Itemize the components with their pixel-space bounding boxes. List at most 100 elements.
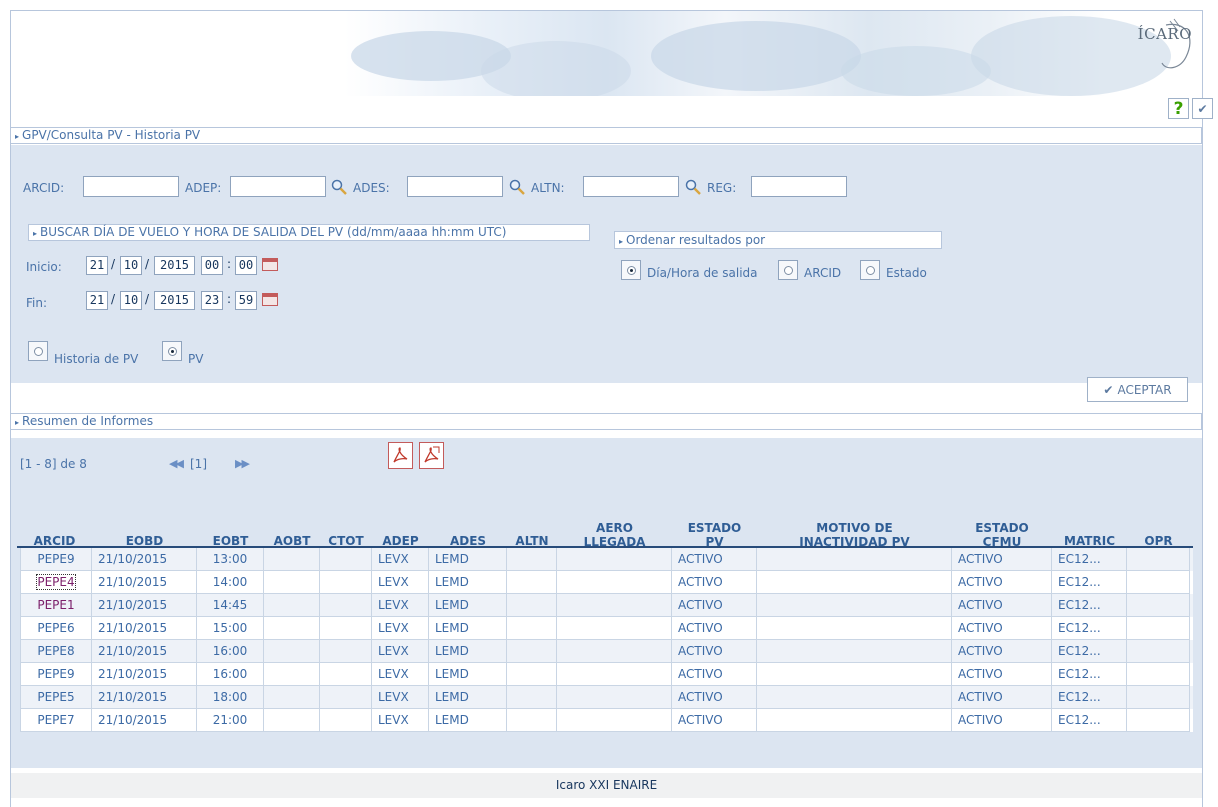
cell-text: 21/10/2015	[98, 667, 168, 681]
cell-arcid[interactable]: PEPE5	[20, 686, 92, 709]
chevron-right-icon: ▸	[619, 237, 624, 246]
cell-arcid[interactable]: PEPE6	[20, 617, 92, 640]
cell-eobt: 13:00	[197, 548, 264, 571]
column-header-motivo-inactividad[interactable]: MOTIVO DE INACTIVIDAD PV	[757, 521, 952, 549]
cell-arcid[interactable]: PEPE7	[20, 709, 92, 732]
cell-estado-cfmu: ACTIVO	[952, 663, 1052, 686]
cell-adep: LEVX	[372, 571, 429, 594]
table-row[interactable]: PEPE9 21/10/2015 13:00 LEVX LEMD ACTIVO ACTIVO…	[20, 548, 1193, 571]
cell-text: PEPE9	[37, 552, 75, 566]
cell-opr	[1127, 617, 1190, 640]
column-header-text: ESTADO	[687, 521, 742, 535]
column-header-estado-cfmu[interactable]: ESTADO CFMU	[952, 521, 1052, 549]
table-row[interactable]: PEPE6 21/10/2015 15:00 LEVX LEMD ACTIVO ACTIVO…	[20, 617, 1193, 640]
cell-arcid[interactable]: PEPE8	[20, 640, 92, 663]
cell-ades: LEMD	[429, 617, 507, 640]
radio-order-dia-hora[interactable]	[621, 260, 641, 280]
radio-order-arcid[interactable]	[778, 260, 798, 280]
cell-eobd: 21/10/2015	[92, 617, 197, 640]
confirm-button[interactable]: ✔	[1192, 98, 1213, 119]
pdf-icon	[393, 447, 408, 463]
breadcrumb-text: GPV/Consulta PV - Historia PV	[22, 128, 201, 142]
export-pdf-all-button[interactable]	[419, 442, 444, 469]
arcid-input[interactable]	[83, 176, 179, 197]
results-title-text: Resumen de Informes	[22, 414, 154, 428]
cell-aero-llegada	[557, 663, 672, 686]
start-minute-input[interactable]: 00	[235, 256, 257, 275]
column-header-aero-llegada[interactable]: AERO LLEGADA	[557, 521, 672, 549]
radio-historia-pv[interactable]	[28, 341, 48, 361]
adep-input[interactable]	[230, 176, 326, 197]
chevron-right-icon: ▸	[15, 418, 20, 427]
cell-aero-llegada	[557, 548, 672, 571]
cell-text: 21/10/2015	[98, 598, 168, 612]
pager-next-icon[interactable]: ▶▶	[235, 457, 250, 470]
altn-input[interactable]	[583, 176, 679, 197]
cell-arcid[interactable]: PEPE9	[20, 663, 92, 686]
chevron-right-icon: ▸	[15, 132, 20, 141]
cell-arcid[interactable]: PEPE1	[20, 594, 92, 617]
cell-altn	[507, 663, 557, 686]
column-header-estado-pv[interactable]: ESTADO PV	[672, 521, 757, 549]
reg-input[interactable]	[751, 176, 847, 197]
start-year-input[interactable]: 2015	[154, 256, 195, 275]
cell-text: 14:00	[212, 575, 248, 589]
search-icon[interactable]	[331, 179, 347, 195]
cell-text: EC12...	[1058, 552, 1101, 566]
accept-button[interactable]: ✔ ACEPTAR	[1087, 377, 1188, 402]
cell-arcid[interactable]: PEPE4	[20, 571, 92, 594]
search-icon[interactable]	[509, 179, 525, 195]
calendar-icon[interactable]	[262, 293, 278, 306]
date-search-title: ▸ BUSCAR DÍA DE VUELO Y HORA DE SALIDA DE…	[28, 224, 590, 241]
cell-text: 21/10/2015	[98, 690, 168, 704]
start-hour-input[interactable]: 00	[201, 256, 223, 275]
end-day-input[interactable]: 21	[86, 291, 108, 310]
end-minute-input[interactable]: 59	[235, 291, 257, 310]
cell-eobd: 21/10/2015	[92, 594, 197, 617]
cell-ctot	[320, 617, 372, 640]
help-button[interactable]: ?	[1168, 98, 1189, 119]
table-row[interactable]: PEPE8 21/10/2015 16:00 LEVX LEMD ACTIVO ACTIVO…	[20, 640, 1193, 663]
table-row[interactable]: PEPE5 21/10/2015 18:00 LEVX LEMD ACTIVO ACTIVO…	[20, 686, 1193, 709]
cell-opr	[1127, 686, 1190, 709]
pager-current-page[interactable]: [1]	[190, 457, 207, 471]
cell-motivo-inactividad	[757, 617, 952, 640]
table-row[interactable]: PEPE4 21/10/2015 14:00 LEVX LEMD ACTIVO ACTIVO…	[20, 571, 1193, 594]
end-label: Fin:	[26, 296, 48, 310]
end-hour-input[interactable]: 23	[201, 291, 223, 310]
cell-text: LEMD	[435, 621, 469, 635]
export-pdf-button[interactable]	[388, 442, 413, 469]
cell-estado-pv: ACTIVO	[672, 663, 757, 686]
cell-matric: EC12...	[1052, 571, 1127, 594]
radio-order-estado[interactable]	[860, 260, 880, 280]
table-row[interactable]: PEPE9 21/10/2015 16:00 LEVX LEMD ACTIVO ACTIVO…	[20, 663, 1193, 686]
end-month-input[interactable]: 10	[120, 291, 142, 310]
cell-motivo-inactividad	[757, 571, 952, 594]
search-icon[interactable]	[685, 179, 701, 195]
cell-motivo-inactividad	[757, 548, 952, 571]
cell-text: ACTIVO	[958, 690, 1003, 704]
table-row[interactable]: PEPE1 21/10/2015 14:45 LEVX LEMD ACTIVO ACTIVO…	[20, 594, 1193, 617]
start-month-input[interactable]: 10	[120, 256, 142, 275]
cell-ctot	[320, 571, 372, 594]
ades-input[interactable]	[407, 176, 503, 197]
start-day-input[interactable]: 21	[86, 256, 108, 275]
date-search-title-text: BUSCAR DÍA DE VUELO Y HORA DE SALIDA DEL…	[40, 225, 507, 239]
end-year-input[interactable]: 2015	[154, 291, 195, 310]
cell-eobd: 21/10/2015	[92, 709, 197, 732]
cell-matric: EC12...	[1052, 548, 1127, 571]
cell-aobt	[264, 617, 320, 640]
calendar-icon[interactable]	[262, 258, 278, 271]
cell-motivo-inactividad	[757, 709, 952, 732]
cell-text: PEPE5	[37, 690, 75, 704]
cell-arcid[interactable]: PEPE9	[20, 548, 92, 571]
table-row[interactable]: PEPE7 21/10/2015 21:00 LEVX LEMD ACTIVO ACTIVO…	[20, 709, 1193, 732]
cell-motivo-inactividad	[757, 594, 952, 617]
pager-previous-icon[interactable]: ◀◀	[169, 457, 184, 470]
cell-text: EC12...	[1058, 690, 1101, 704]
cell-estado-cfmu: ACTIVO	[952, 571, 1052, 594]
radio-pv[interactable]	[162, 341, 182, 361]
cell-motivo-inactividad	[757, 663, 952, 686]
cell-ades: LEMD	[429, 709, 507, 732]
cell-altn	[507, 686, 557, 709]
